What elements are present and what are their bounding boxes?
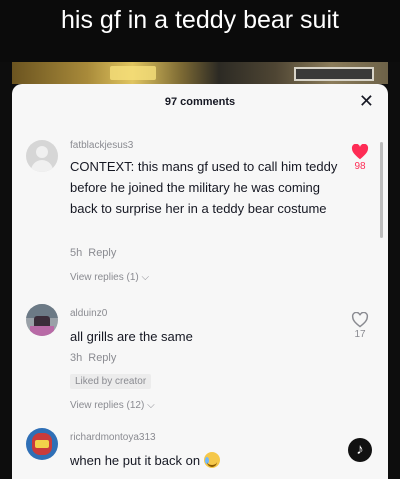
comment-text: all grills are the same xyxy=(70,329,193,344)
video-light-area xyxy=(110,66,156,80)
tiktok-logo-icon: ♪ xyxy=(348,438,372,462)
view-replies-label: View replies (12) xyxy=(70,400,145,411)
avatar[interactable] xyxy=(26,304,58,336)
comments-header: 97 comments ✕ xyxy=(12,84,388,120)
comments-count: 97 comments xyxy=(164,96,236,108)
reply-button[interactable]: Reply xyxy=(88,247,116,259)
heart-filled-icon xyxy=(351,144,369,160)
video-caption: his gf in a teddy bear suit xyxy=(0,0,400,62)
avatar[interactable] xyxy=(26,428,58,460)
like-count: 98 xyxy=(354,161,366,172)
chevron-down-icon: ⌵ xyxy=(141,272,150,283)
view-replies-label: View replies (1) xyxy=(70,272,139,283)
heart-outline-icon xyxy=(351,312,369,328)
comment-username[interactable]: alduinz0 xyxy=(70,308,107,319)
liked-by-creator-badge: Liked by creator xyxy=(70,374,152,389)
like-count: 17 xyxy=(354,329,366,340)
like-button[interactable]: 98 xyxy=(346,144,374,172)
comment-meta: 3h Reply xyxy=(70,352,116,364)
sweat-smile-emoji-icon xyxy=(203,452,220,468)
comment-item: fatblackjesus3 CONTEXT: this mans gf use… xyxy=(12,136,388,296)
video-window-area xyxy=(294,67,374,81)
comment-text-row: when he put it back on xyxy=(70,450,340,471)
comment-username[interactable]: fatblackjesus3 xyxy=(70,140,133,151)
comment-time: 5h xyxy=(70,247,83,259)
comments-sheet: 97 comments ✕ fatblackjesus3 CONTEXT: th… xyxy=(12,84,388,479)
comment-time: 3h xyxy=(70,352,83,364)
comment-item: alduinz0 all grills are the same 3h Reply… xyxy=(12,300,388,420)
view-replies-link[interactable]: View replies (1) ⌵ xyxy=(70,272,149,283)
like-button[interactable]: 17 xyxy=(346,312,374,340)
close-icon[interactable]: ✕ xyxy=(359,91,374,112)
chevron-down-icon: ⌵ xyxy=(147,400,155,411)
view-replies-link[interactable]: View replies (12) ⌵ xyxy=(70,400,155,411)
comment-text: when he put it back on xyxy=(70,453,201,468)
comment-meta: 5h Reply xyxy=(70,247,116,259)
reply-button[interactable]: Reply xyxy=(88,352,116,364)
video-preview[interactable] xyxy=(12,62,388,84)
avatar[interactable] xyxy=(26,140,58,172)
comment-username[interactable]: richardmontoya313 xyxy=(70,432,156,443)
comment-item: richardmontoya313 when he put it back on… xyxy=(12,424,388,479)
comment-text: CONTEXT: this mans gf used to call him t… xyxy=(70,159,338,216)
